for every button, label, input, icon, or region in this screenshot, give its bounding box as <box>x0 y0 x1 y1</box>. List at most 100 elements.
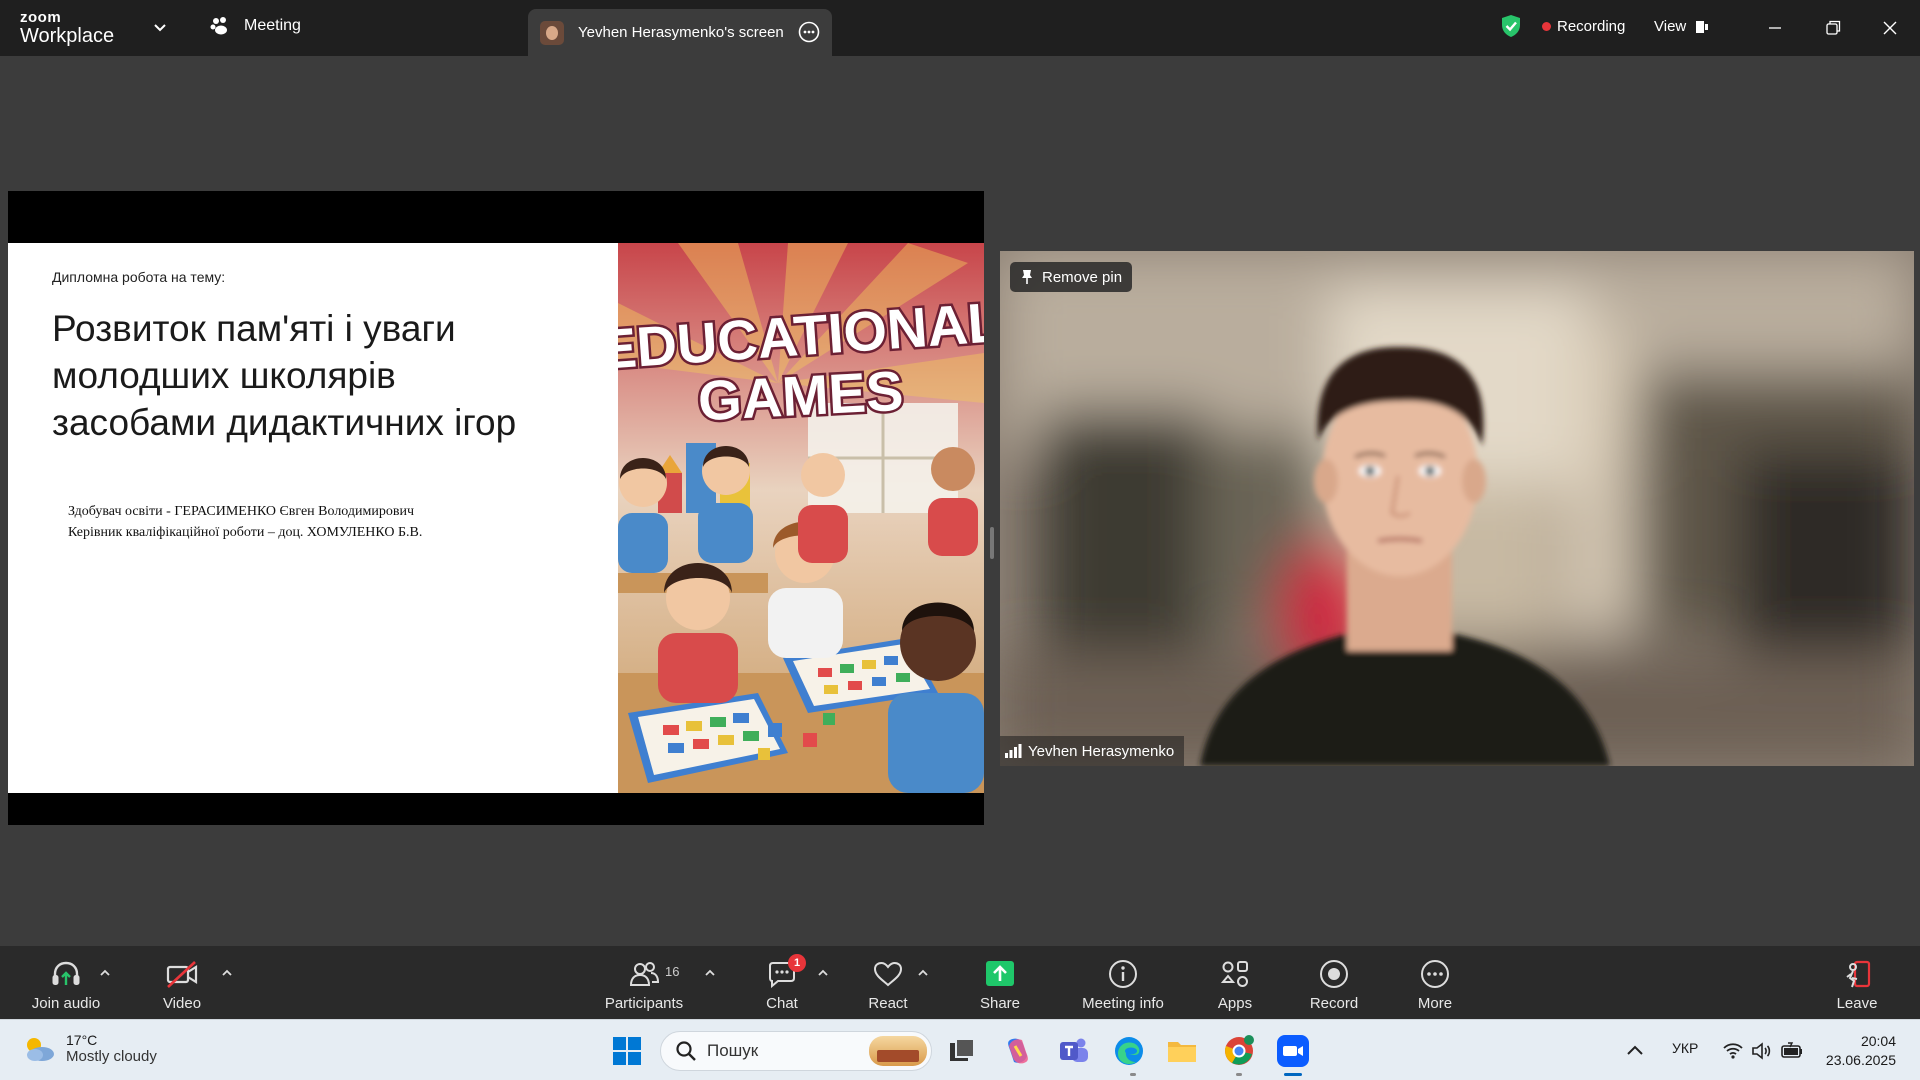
child-figure <box>928 447 978 556</box>
weather-condition: Mostly cloudy <box>66 1048 157 1065</box>
video-label: Video <box>162 995 202 1012</box>
participants-options-caret-icon[interactable] <box>703 966 717 980</box>
chat-label: Chat <box>766 995 798 1012</box>
tab-shared-screen[interactable]: Yevhen Herasymenko's screen <box>528 9 832 56</box>
participant-name: Yevhen Herasymenko <box>1028 742 1175 760</box>
weather-widget[interactable]: 17°C Mostly cloudy <box>22 1032 157 1065</box>
apps-button[interactable]: Apps <box>1205 946 1265 1019</box>
author-line: Здобувач освіти - ГЕРАСИМЕНКО Євген Воло… <box>68 504 415 519</box>
search-icon <box>676 1041 696 1061</box>
slide-title: Розвиток пам'яті і уваги молодших школяр… <box>52 305 572 446</box>
search-highlight-image <box>869 1036 927 1066</box>
teams-icon[interactable] <box>1057 1034 1091 1068</box>
split-view-resize-handle[interactable] <box>990 527 994 559</box>
supervisor-line: Керівник кваліфікаційної роботи – доц. Х… <box>68 525 423 540</box>
recording-label: Recording <box>1557 18 1626 35</box>
chat-options-caret-icon[interactable] <box>816 966 830 980</box>
logo-small-text: zoom <box>20 9 62 26</box>
zoom-window: zoom Workplace Meeting Yevhen Herasymenk… <box>0 0 1920 1080</box>
minimize-icon[interactable] <box>1761 14 1789 42</box>
video-off-icon <box>166 961 198 988</box>
chrome-running-indicator <box>1236 1073 1242 1076</box>
audio-options-caret-icon[interactable] <box>98 966 112 980</box>
weather-temperature: 17°C <box>66 1032 98 1048</box>
edge-icon[interactable] <box>1112 1034 1146 1068</box>
file-explorer-icon[interactable] <box>1165 1034 1199 1068</box>
join-audio-button[interactable]: Join audio <box>26 946 106 1019</box>
chrome-icon[interactable] <box>1222 1034 1256 1068</box>
shared-screen-view[interactable]: Дипломна робота на тему: Розвиток пам'ят… <box>8 191 984 825</box>
remove-pin-button[interactable]: Remove pin <box>1010 262 1133 292</box>
windows-start-icon[interactable] <box>610 1034 644 1068</box>
meeting-info-label: Meeting info <box>1082 995 1164 1012</box>
more-button[interactable]: More <box>1405 946 1465 1019</box>
participants-button[interactable]: Participants <box>602 946 686 1019</box>
pin-icon <box>1022 270 1032 284</box>
record-icon <box>1320 960 1348 988</box>
participants-count: 16 <box>665 964 680 979</box>
react-options-caret-icon[interactable] <box>916 966 930 980</box>
chat-button[interactable]: 1 Chat <box>752 946 812 1019</box>
meeting-info-button[interactable]: Meeting info <box>1072 946 1174 1019</box>
join-audio-label: Join audio <box>31 995 101 1012</box>
participant-name-tag: Yevhen Herasymenko <box>1000 736 1185 766</box>
react-button[interactable]: React <box>858 946 918 1019</box>
recording-indicator[interactable]: Recording <box>1542 18 1625 35</box>
record-button[interactable]: Record <box>1304 946 1364 1019</box>
task-view-icon[interactable] <box>945 1034 979 1068</box>
apps-label: Apps <box>1217 995 1253 1012</box>
meeting-paw-icon <box>210 17 227 35</box>
child-figure <box>618 458 668 573</box>
recording-dot-icon <box>1542 22 1551 31</box>
close-icon[interactable] <box>1876 14 1904 42</box>
view-button[interactable]: View <box>1654 18 1710 35</box>
zoom-active-indicator <box>1284 1073 1302 1076</box>
leave-label: Leave <box>1836 995 1878 1012</box>
child-figure <box>798 453 848 563</box>
slide-title-line: засобами дидактичних ігор <box>52 402 517 443</box>
battery-icon[interactable] <box>1780 1040 1804 1062</box>
zoom-app-icon[interactable] <box>1276 1034 1310 1068</box>
meeting-controls-toolbar: Join audio Video Participants 16 1 Chat … <box>0 946 1920 1019</box>
react-label: React <box>868 995 908 1012</box>
view-layout-icon <box>1696 20 1709 33</box>
tab-label: Yevhen Herasymenko's screen <box>578 24 784 41</box>
headphones-icon <box>52 961 80 985</box>
video-button[interactable]: Video <box>150 946 214 1019</box>
copilot-icon[interactable] <box>1001 1034 1035 1068</box>
presenter-avatar <box>540 20 564 45</box>
chat-unread-badge: 1 <box>788 954 806 972</box>
restore-icon[interactable] <box>1819 14 1847 42</box>
keyboard-language[interactable]: УКР <box>1672 1040 1698 1056</box>
participant-video-feed <box>1000 251 1914 766</box>
apps-icon <box>1220 961 1248 987</box>
connection-signal-icon <box>1005 744 1022 758</box>
more-icon <box>1421 960 1449 988</box>
taskbar-search[interactable]: Пошук <box>660 1031 932 1071</box>
more-options-icon[interactable] <box>798 21 820 43</box>
show-hidden-icons-icon[interactable] <box>1622 1038 1648 1064</box>
edge-running-indicator <box>1130 1073 1136 1076</box>
meeting-menu[interactable]: Meeting <box>210 16 301 36</box>
encryption-shield-icon[interactable] <box>1500 14 1522 38</box>
leave-button[interactable]: Leave <box>1827 946 1887 1019</box>
share-screen-icon <box>986 961 1014 986</box>
share-button[interactable]: Share <box>970 946 1030 1019</box>
slide-subtitle: Дипломна робота на тему: <box>52 269 226 285</box>
chevron-down-icon[interactable] <box>150 18 170 38</box>
info-icon <box>1109 960 1137 988</box>
image-text-line2: GAMES <box>696 359 904 433</box>
volume-icon[interactable] <box>1750 1040 1772 1062</box>
video-options-caret-icon[interactable] <box>220 966 234 980</box>
taskbar-clock[interactable]: 20:04 23.06.2025 <box>1826 1032 1896 1070</box>
more-label: More <box>1417 995 1453 1012</box>
wifi-icon[interactable] <box>1722 1040 1744 1062</box>
participant-video-tile[interactable]: Remove pin Yevhen Herasymenko <box>1000 251 1914 766</box>
child-figure <box>888 602 984 793</box>
zoom-workplace-logo: zoom Workplace <box>20 10 114 46</box>
remove-pin-label: Remove pin <box>1042 268 1123 286</box>
windows-taskbar: 17°C Mostly cloudy Пошук УКР 20:04 23.06… <box>0 1019 1920 1080</box>
logo-large-text: Workplace <box>20 25 115 47</box>
clock-time: 20:04 <box>1860 1033 1896 1049</box>
cloudy-weather-icon <box>27 1037 54 1061</box>
